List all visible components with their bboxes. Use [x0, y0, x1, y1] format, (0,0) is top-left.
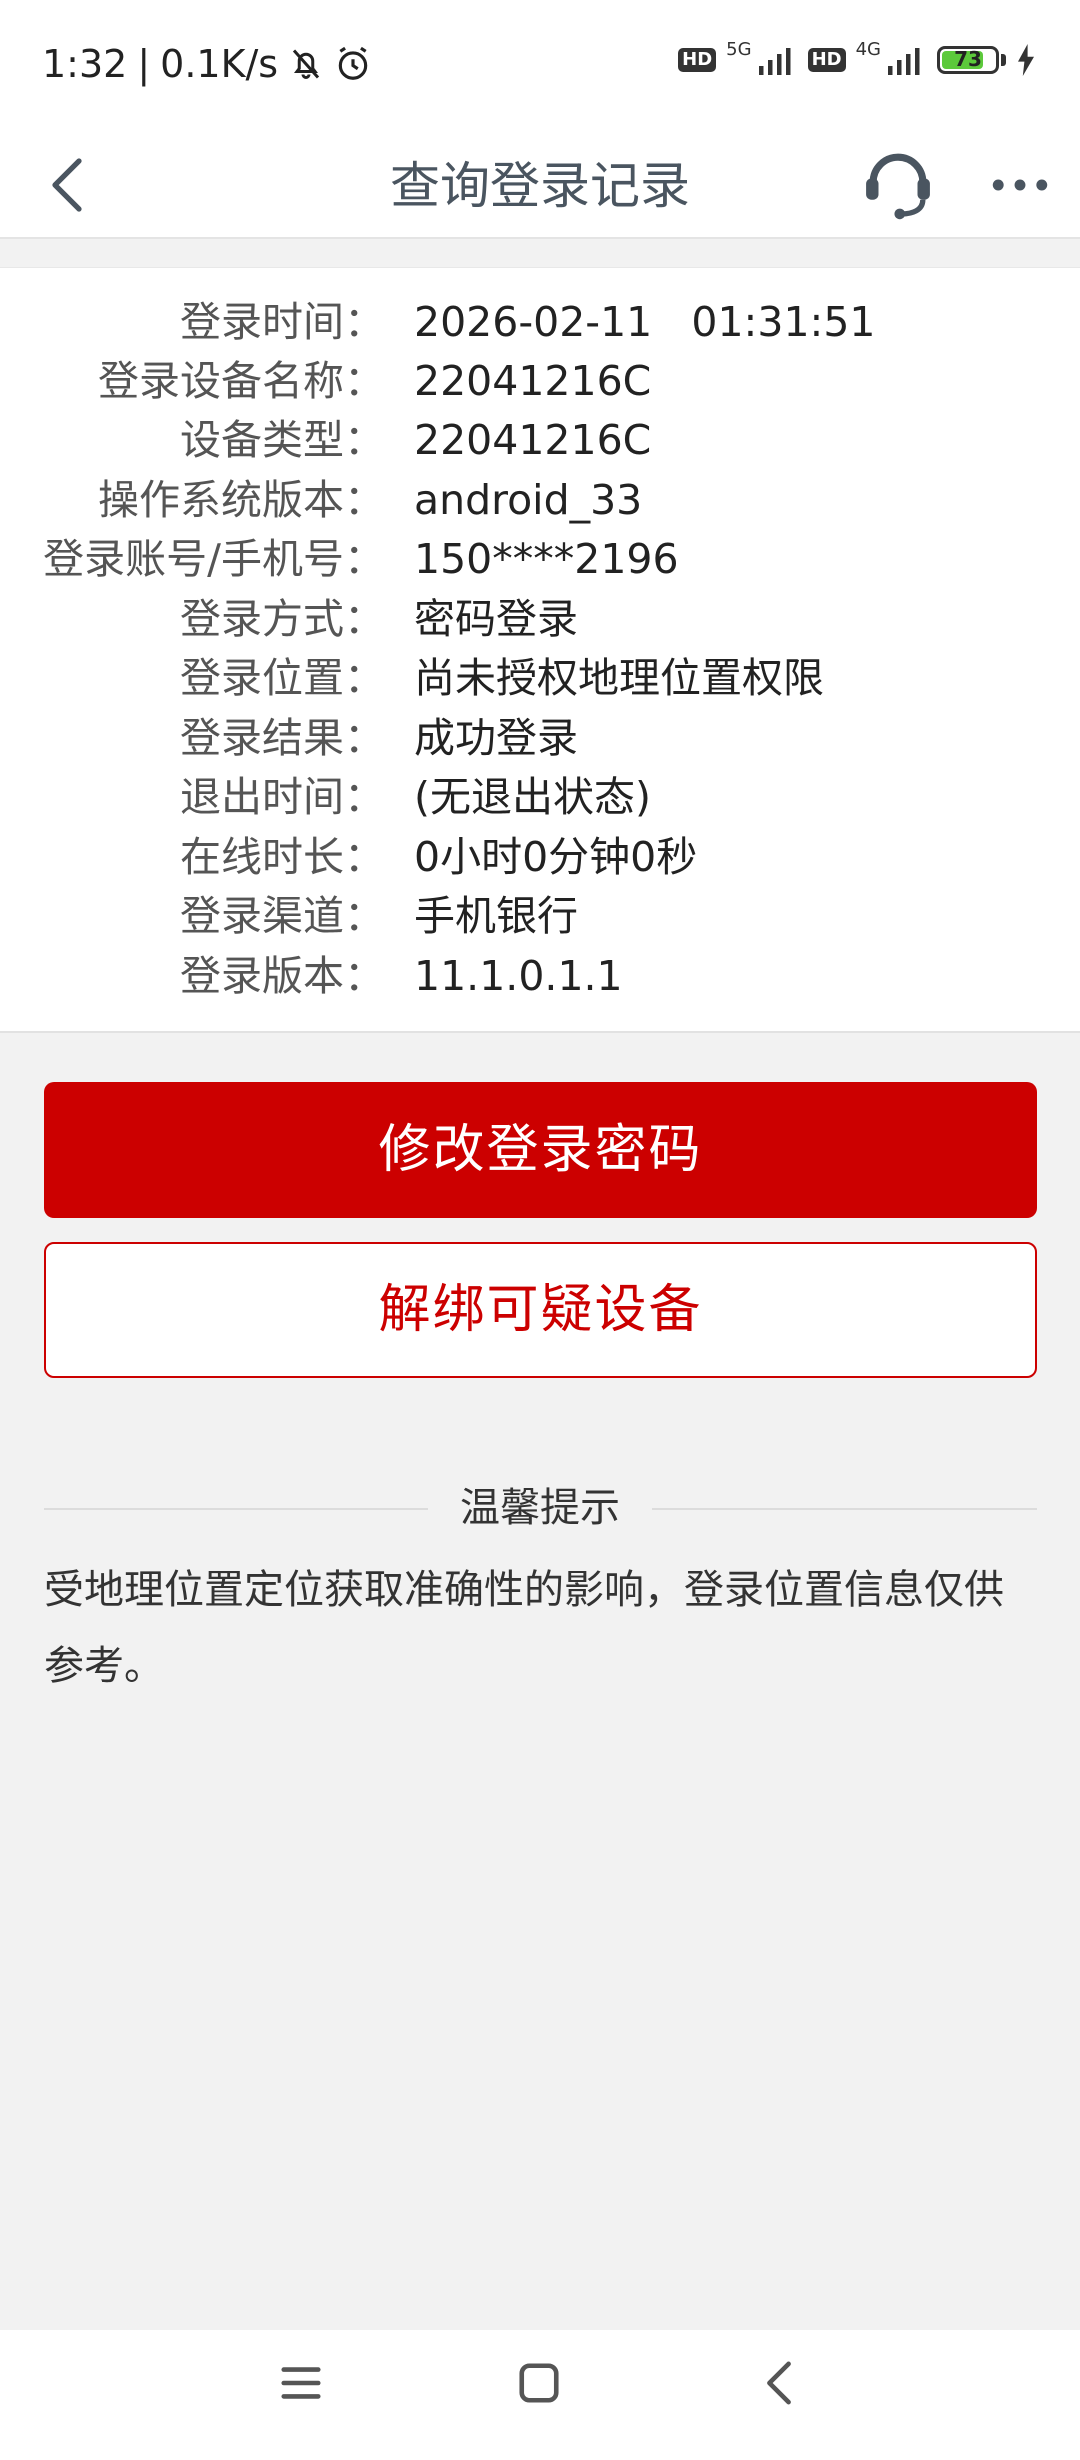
status-time: 1:32: [42, 42, 128, 86]
record-label: 设备类型：: [180, 416, 385, 464]
record-value: 成功登录: [414, 714, 578, 762]
record-value: 150****2196: [414, 535, 679, 583]
signal-icon: [758, 48, 791, 75]
back-icon[interactable]: [756, 2358, 802, 2408]
status-net-speed: 0.1K/s: [160, 42, 279, 86]
record-label: 登录账号/手机号：: [43, 535, 385, 583]
record-label: 在线时长：: [180, 833, 385, 881]
record-value: 尚未授权地理位置权限: [414, 654, 824, 702]
battery-icon: 73: [937, 46, 999, 74]
record-value: 0小时0分钟0秒: [414, 833, 698, 881]
record-label: 登录时间：: [180, 298, 385, 346]
system-nav-bar: [0, 2330, 1080, 2460]
record-value: 2026-02-11 01:31:51: [414, 298, 876, 346]
unbind-device-button[interactable]: 解绑可疑设备: [44, 1242, 1037, 1378]
status-left: 1:32 | 0.1K/s: [42, 42, 372, 86]
alarm-icon: [338, 46, 368, 80]
customer-service-icon[interactable]: [862, 143, 934, 221]
record-value: 22041216C: [414, 416, 652, 464]
charging-icon: [1018, 44, 1034, 76]
record-value: 22041216C: [414, 357, 652, 405]
status-bar: 1:32 | 0.1K/s HD 5G HD 4G 73: [0, 0, 1080, 135]
home-icon[interactable]: [516, 2360, 562, 2406]
sim2-network-type: 4G: [855, 38, 881, 60]
sim1-network-type: 5G: [726, 38, 752, 60]
login-record-card: 登录时间： 2026-02-11 01:31:51 登录设备名称： 220412…: [0, 267, 1080, 1033]
record-value: 手机银行: [414, 892, 578, 940]
bell-muted-icon: [292, 49, 320, 79]
record-label: 登录位置：: [180, 654, 385, 702]
record-label: 登录渠道：: [180, 892, 385, 940]
more-icon[interactable]: [988, 157, 1052, 213]
record-label: 退出时间：: [180, 773, 385, 821]
record-label: 操作系统版本：: [98, 476, 385, 524]
signal-icon: [888, 48, 920, 75]
battery-tip: [1001, 54, 1006, 66]
record-label: 登录版本：: [180, 952, 385, 1000]
tip-text: 受地理位置定位获取准确性的影响，登录位置信息仅供参考。: [44, 1567, 1004, 1689]
record-value: android_33: [414, 476, 643, 524]
record-value: 11.1.0.1.1: [414, 952, 623, 1000]
header-bar: 查询登录记录: [0, 135, 1080, 239]
record-value: 密码登录: [414, 595, 578, 643]
menu-icon[interactable]: [278, 2360, 324, 2406]
sim2-hd-badge: HD: [807, 48, 846, 72]
battery-percent: 73: [954, 47, 982, 71]
status-right: HD 5G HD 4G 73: [678, 39, 1036, 76]
status-separator: |: [137, 42, 151, 86]
record-label: 登录方式：: [180, 595, 385, 643]
change-password-button[interactable]: 修改登录密码: [44, 1082, 1037, 1218]
record-value: (无退出状态): [414, 773, 651, 821]
sim1-hd-badge: HD: [678, 48, 717, 72]
tip-title: 温馨提示: [428, 1478, 652, 1538]
record-label: 登录设备名称：: [98, 357, 385, 405]
record-label: 登录结果：: [180, 714, 385, 762]
